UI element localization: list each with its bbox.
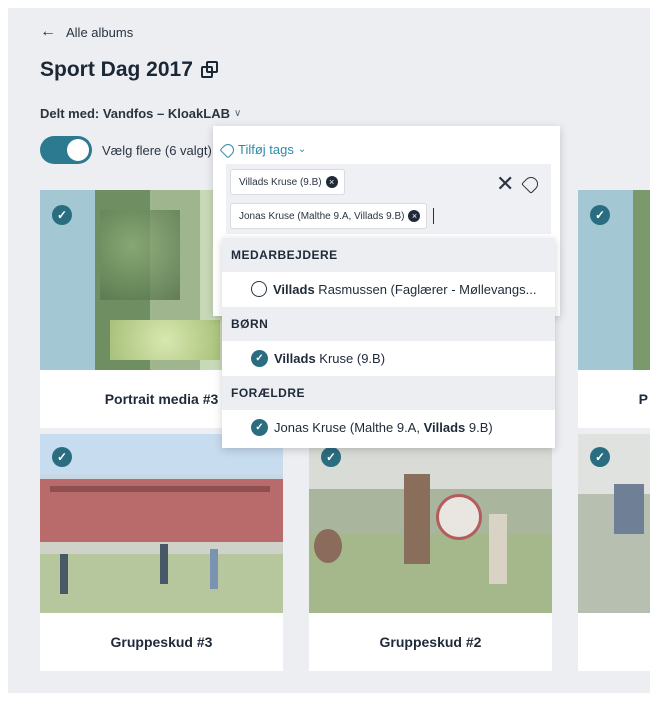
media-card[interactable]: ✓ Gruppeskud #2 <box>309 434 552 671</box>
check-icon[interactable]: ✓ <box>321 447 341 467</box>
back-link[interactable]: ← Alle albums <box>40 24 133 40</box>
select-multiple-row: Vælg flere (6 valgt) <box>40 136 212 164</box>
media-card[interactable]: ✓ <box>578 434 650 671</box>
tag-chip-label: Jonas Kruse (Malthe 9.A, Villads 9.B) <box>239 210 405 222</box>
copy-icon[interactable] <box>199 60 219 80</box>
chevron-down-icon: ∨ <box>233 108 242 119</box>
tag-icon <box>219 141 237 158</box>
tag-chip: Villads Kruse (9.B) × <box>230 169 345 195</box>
text-cursor <box>433 208 434 224</box>
media-thumbnail <box>578 434 650 613</box>
add-tags-label: Tilføj tags <box>238 142 294 157</box>
media-caption: Gruppeskud #2 <box>379 634 482 650</box>
media-card[interactable]: ✓ P <box>578 190 650 428</box>
shared-with-label: Delt med: Vandfos – KloakLAB <box>40 106 230 121</box>
check-icon[interactable]: ✓ <box>590 447 610 467</box>
group-header: MEDARBEJDERE <box>222 238 555 272</box>
remove-tag-icon[interactable]: × <box>325 176 338 188</box>
select-multiple-label: Vælg flere (6 valgt) <box>102 142 212 158</box>
media-caption <box>578 613 650 671</box>
media-thumbnail <box>578 190 650 370</box>
group-header: FORÆLDRE <box>222 376 555 410</box>
arrow-left-icon: ← <box>40 23 56 40</box>
media-thumbnail <box>40 434 283 613</box>
tag-suggestions-list: MEDARBEJDERE Villads Rasmussen (Faglærer… <box>222 238 555 448</box>
unchecked-circle-icon <box>251 281 267 297</box>
remove-tag-icon[interactable]: × <box>408 210 421 222</box>
media-thumbnail <box>309 434 552 613</box>
select-multiple-toggle[interactable] <box>40 136 92 164</box>
tag-chip: Jonas Kruse (Malthe 9.A, Villads 9.B) × <box>230 203 428 229</box>
check-icon: ✓ <box>251 349 268 367</box>
group-header: BØRN <box>222 307 555 341</box>
check-icon[interactable]: ✓ <box>52 447 72 467</box>
check-icon[interactable]: ✓ <box>52 205 72 225</box>
back-link-label: Alle albums <box>66 24 134 40</box>
suggestion-item[interactable]: ✓ Jonas Kruse (Malthe 9.A, Villads 9.B) <box>222 410 555 444</box>
check-icon: ✓ <box>251 418 268 436</box>
check-icon[interactable]: ✓ <box>590 205 610 225</box>
shared-with-dropdown[interactable]: Delt med: Vandfos – KloakLAB ∨ <box>40 106 241 121</box>
suggestion-item[interactable]: ✓ Villads Kruse (9.B) <box>222 341 555 375</box>
media-card[interactable]: ✓ Gruppeskud #3 <box>40 434 283 671</box>
page-title: Sport Dag 2017 <box>40 58 193 81</box>
tag-chip-label: Villads Kruse (9.B) <box>239 176 322 188</box>
suggestion-label: Villads Kruse (9.B) <box>274 350 386 366</box>
add-tags-button[interactable]: Tilføj tags ⌄ <box>219 141 307 158</box>
suggestion-label: Villads Rasmussen (Faglærer - Møllevangs… <box>273 281 537 297</box>
media-caption: P <box>638 391 648 407</box>
suggestion-item[interactable]: Villads Rasmussen (Faglærer - Møllevangs… <box>222 272 555 306</box>
media-caption: Gruppeskud #3 <box>110 634 213 650</box>
toggle-knob <box>67 139 89 161</box>
chevron-down-icon: ⌄ <box>297 144 307 155</box>
album-title-row: Sport Dag 2017 <box>40 58 219 82</box>
clear-tags-icon[interactable]: ✕ <box>496 173 514 195</box>
suggestion-label: Jonas Kruse (Malthe 9.A, Villads 9.B) <box>274 419 493 435</box>
